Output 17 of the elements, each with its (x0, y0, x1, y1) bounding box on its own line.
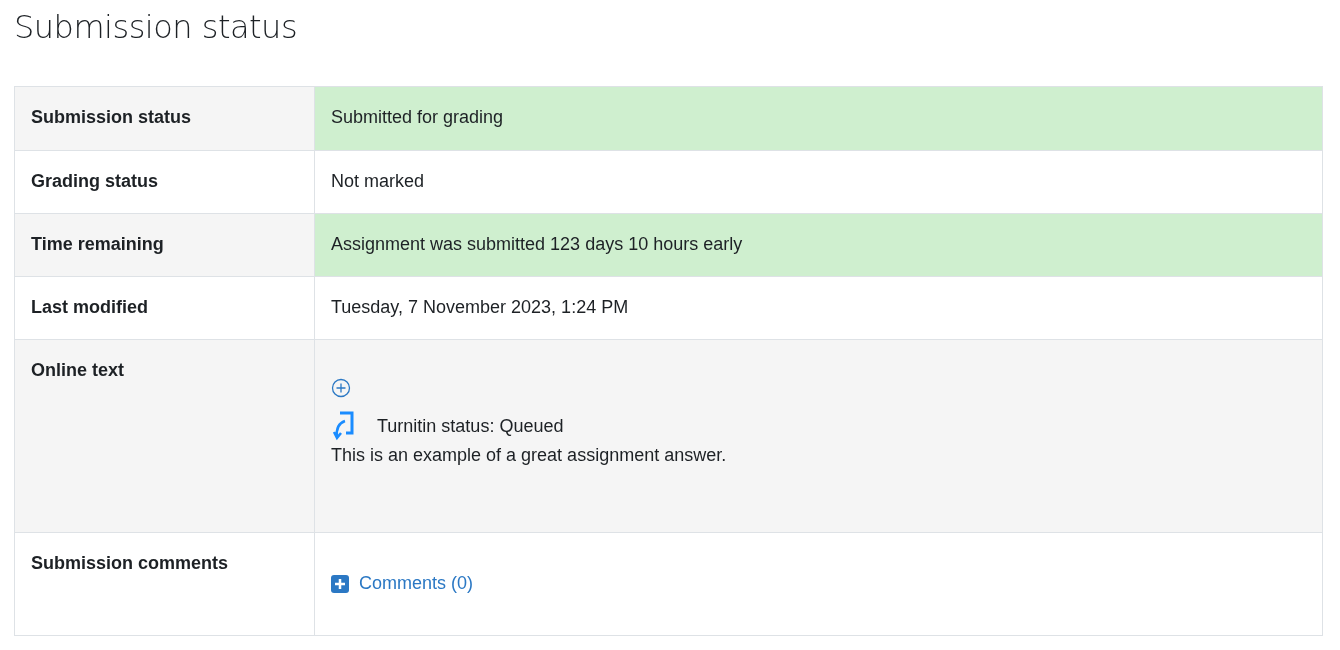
online-text: This is an example of a great assignment answer. (331, 445, 727, 465)
row-header: Grading status (15, 150, 315, 213)
field-value: Not marked (331, 171, 425, 191)
expand-icon[interactable] (331, 378, 351, 398)
status-icon (331, 411, 355, 441)
field-value: Submitted for grading (331, 107, 504, 127)
row-header: Time remaining (15, 213, 315, 276)
comments-link[interactable]: Comments (0) (359, 573, 474, 594)
row-header: Online text (15, 339, 315, 532)
page-title: Submission status (14, 8, 299, 46)
field-value: Tuesday, 7 November 2023, 1:24 PM (331, 297, 629, 317)
row-header: Submission status (15, 87, 315, 150)
field-value: Assignment was submitted 123 days 10 hours early (331, 234, 743, 254)
turnitin-status: Turnitin status: Queued (377, 415, 564, 437)
plus-icon[interactable] (331, 574, 349, 593)
row-header: Submission comments (15, 532, 315, 635)
row-header: Last modified (15, 276, 315, 339)
